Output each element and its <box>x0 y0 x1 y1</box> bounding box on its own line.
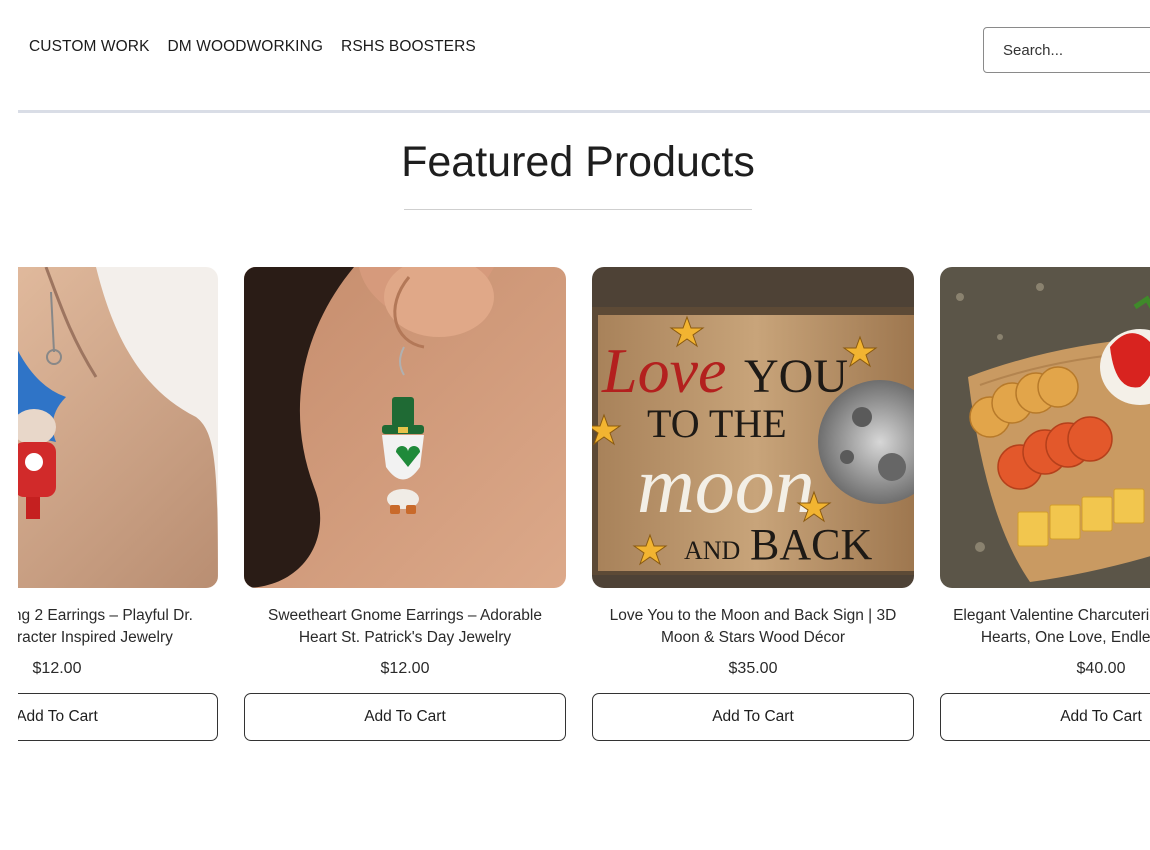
charcuterie-board-photo <box>940 267 1150 588</box>
product-carousel: Thing 1 & Thing 2 Earrings – Playful Dr.… <box>18 260 1150 760</box>
product-card: Thing 1 & Thing 2 Earrings – Playful Dr.… <box>18 260 218 741</box>
product-price: $12.00 <box>32 660 82 677</box>
sign-text-back: BACK <box>750 520 872 569</box>
main-nav: CUSTOM WORK DM WOODWORKING RSHS BOOSTERS <box>29 38 476 56</box>
product-price: $12.00 <box>380 660 430 677</box>
product-card: Love YOU TO THE moon AND BACK Love You t… <box>592 260 914 741</box>
product-title[interactable]: Thing 1 & Thing 2 Earrings – Playful Dr.… <box>18 605 218 651</box>
add-to-cart-button[interactable]: Add To Cart <box>940 693 1150 741</box>
nav-link-rshs-boosters[interactable]: RSHS BOOSTERS <box>341 38 476 56</box>
product-image[interactable] <box>244 267 566 588</box>
product-card: Elegant Valentine Charcuterie Board – Tw… <box>940 260 1150 741</box>
sign-text-love: Love <box>601 335 726 406</box>
product-image[interactable] <box>940 267 1150 588</box>
product-title[interactable]: Elegant Valentine Charcuterie Board – Tw… <box>940 605 1150 651</box>
nav-link-dm-woodworking[interactable]: DM WOODWORKING <box>168 38 324 56</box>
product-track: Thing 1 & Thing 2 Earrings – Playful Dr.… <box>18 260 1150 741</box>
product-image[interactable] <box>18 267 218 588</box>
product-image[interactable]: Love YOU TO THE moon AND BACK <box>592 267 914 588</box>
sign-text-to-the: TO THE <box>647 401 787 446</box>
gnome-earring-photo <box>244 267 566 588</box>
product-price: $40.00 <box>1076 660 1126 677</box>
sign-text-you: YOU <box>744 350 848 403</box>
title-underline <box>404 209 752 210</box>
moon-sign-photo: Love YOU TO THE moon AND BACK <box>592 267 914 588</box>
product-card: Sweetheart Gnome Earrings – Adorable Hea… <box>244 260 566 741</box>
product-title[interactable]: Love You to the Moon and Back Sign | 3D … <box>592 605 914 651</box>
character-earring-photo <box>18 267 218 588</box>
add-to-cart-button[interactable]: Add To Cart <box>592 693 914 741</box>
section-title: Featured Products <box>401 138 755 186</box>
product-title[interactable]: Sweetheart Gnome Earrings – Adorable Hea… <box>244 605 566 651</box>
nav-link-custom-work[interactable]: CUSTOM WORK <box>29 38 150 56</box>
search-input[interactable] <box>983 27 1150 73</box>
product-price: $35.00 <box>728 660 778 677</box>
sign-text-and: AND <box>684 536 740 565</box>
add-to-cart-button[interactable]: Add To Cart <box>244 693 566 741</box>
sign-text-moon: moon <box>637 442 815 530</box>
header-divider <box>18 110 1150 113</box>
add-to-cart-button[interactable]: Add To Cart <box>18 693 218 741</box>
